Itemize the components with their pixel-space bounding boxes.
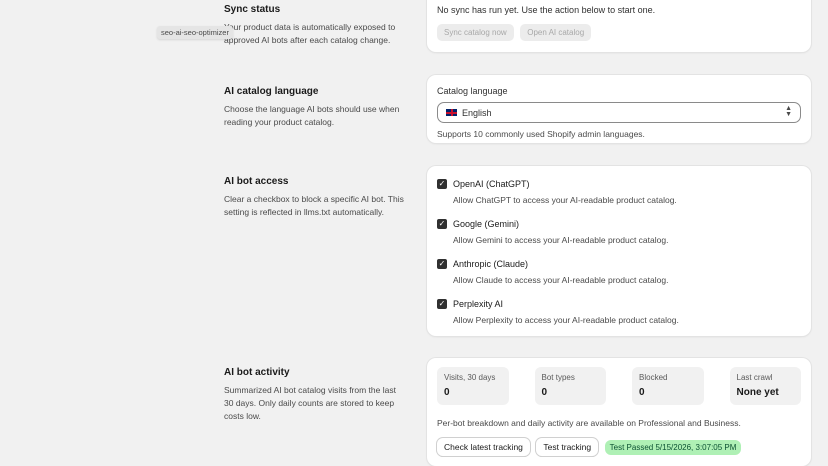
section-title: AI catalog language [224, 86, 319, 97]
section-description: Summarized AI bot catalog visits from th… [224, 385, 396, 421]
sync-catalog-button[interactable]: Sync catalog now [437, 24, 514, 41]
stat-value: 0 [444, 387, 450, 398]
sync-message: No sync has run yet. Use the action belo… [437, 5, 656, 15]
stat-label: Bot types [541, 373, 575, 382]
checkbox-anthropic[interactable]: ✓ [437, 259, 447, 269]
stat-blocked: Blocked 0 [632, 367, 704, 405]
stat-label: Last crawl [736, 373, 773, 382]
section-title: Sync status [224, 4, 281, 15]
language-card: Catalog language English ▲ ▼ Supports 10 … [427, 75, 811, 143]
bot-activity-info: AI bot activity Summarized AI bot catalo… [224, 367, 404, 423]
language-selected-value: English [462, 107, 492, 118]
sync-status-info: Sync status Your product data is automat… [224, 4, 404, 47]
language-help: Supports 10 commonly used Shopify admin … [437, 129, 645, 139]
stat-bot-types: Bot types 0 [534, 367, 606, 405]
checkbox-openai[interactable]: ✓ [437, 179, 447, 189]
test-status-badge: Test Passed 5/15/2026, 3:07:05 PM [604, 440, 742, 455]
bot-name: Anthropic (Claude) [453, 259, 529, 269]
stat-label: Visits, 30 days [444, 373, 496, 382]
uk-flag-icon [446, 109, 457, 116]
language-select[interactable]: English ▲ ▼ [437, 102, 801, 123]
stat-value: 0 [639, 387, 645, 398]
section-title: AI bot activity [224, 367, 290, 378]
stat-visits: Visits, 30 days 0 [437, 367, 509, 405]
bot-item-google: ✓ Google (Gemini) Allow Gemini to access… [437, 219, 801, 245]
bot-help: Allow ChatGPT to access your AI-readable… [453, 195, 677, 205]
stat-value: 0 [541, 387, 548, 398]
language-field-label: Catalog language [437, 86, 508, 96]
bot-name: Perplexity AI [453, 299, 504, 309]
section-description: Your product data is automatically expos… [224, 22, 396, 45]
bot-name: OpenAI (ChatGPT) [453, 179, 530, 189]
bot-activity-card: Visits, 30 days 0 Bot types 0 Blocked 0 … [427, 358, 811, 466]
stat-value: None yet [736, 387, 779, 398]
section-title: AI bot access [224, 176, 289, 187]
section-description: Choose the language AI bots should use w… [224, 104, 400, 127]
stat-last-crawl: Last crawl None yet [729, 367, 801, 405]
bot-access-info: AI bot access Clear a checkbox to block … [224, 176, 404, 219]
open-catalog-button[interactable]: Open AI catalog [520, 24, 592, 41]
test-tracking-button[interactable]: Test tracking [536, 438, 599, 456]
bot-item-openai: ✓ OpenAI (ChatGPT) Allow ChatGPT to acce… [437, 179, 801, 205]
bot-access-card: ✓ OpenAI (ChatGPT) Allow ChatGPT to acce… [427, 166, 811, 336]
stat-label: Blocked [639, 373, 668, 382]
activity-note: Per-bot breakdown and daily activity are… [437, 418, 741, 428]
bot-item-anthropic: ✓ Anthropic (Claude) Allow Claude to acc… [437, 259, 801, 285]
section-description: Clear a checkbox to block a specific AI … [224, 194, 404, 217]
bot-item-perplexity: ✓ Perplexity AI Allow Perplexity to acce… [437, 299, 801, 325]
language-info: AI catalog language Choose the language … [224, 86, 404, 129]
bot-help: Allow Gemini to access your AI-readable … [453, 235, 669, 245]
check-tracking-button[interactable]: Check latest tracking [437, 438, 530, 456]
app-tooltip: seo-ai-seo-optimizer [157, 26, 233, 39]
bot-name: Google (Gemini) [453, 219, 520, 229]
checkbox-perplexity[interactable]: ✓ [437, 299, 447, 309]
checkbox-google[interactable]: ✓ [437, 219, 447, 229]
sync-status-card: No sync has run yet. Use the action belo… [427, 0, 811, 52]
bot-help: Allow Perplexity to access your AI-reada… [453, 315, 679, 325]
select-chevron-icon: ▲ ▼ [785, 105, 792, 118]
bot-help: Allow Claude to access your AI-readable … [453, 275, 669, 285]
